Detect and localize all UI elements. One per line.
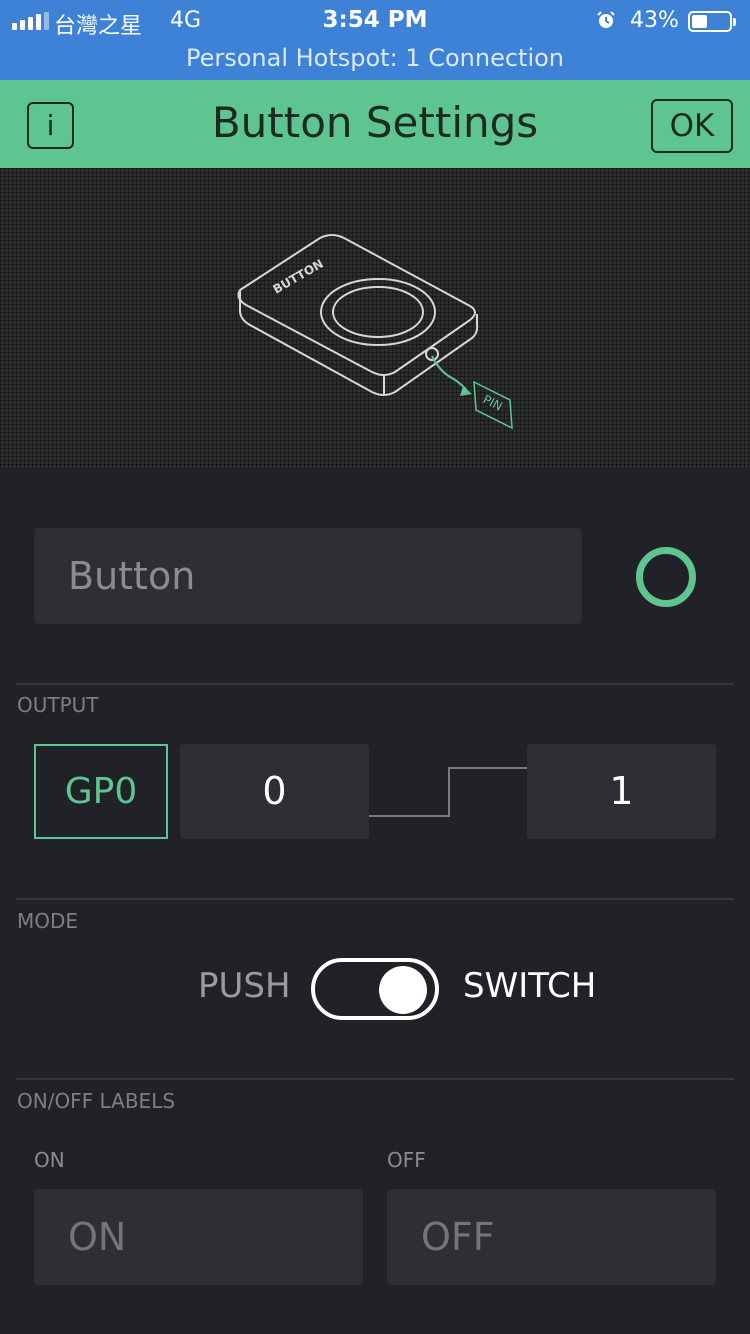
mode-switch-label[interactable]: SWITCH	[463, 966, 596, 1006]
toggle-knob	[379, 966, 427, 1014]
off-label-caption: OFF	[387, 1148, 426, 1172]
mode-section-label: MODE	[17, 909, 79, 933]
labels-section-label: ON/OFF LABELS	[17, 1089, 176, 1113]
widget-illustration: BUTTON PIN	[0, 168, 750, 468]
on-label-caption: ON	[34, 1148, 65, 1172]
header-bar: i Button Settings OK	[0, 80, 750, 168]
mode-toggle[interactable]	[311, 958, 439, 1020]
divider	[16, 1078, 734, 1080]
mode-push-label[interactable]: PUSH	[198, 966, 291, 1006]
pin-selector[interactable]: GP0	[34, 744, 168, 839]
status-bar: 台灣之星 4G 3:54 PM 43% Personal Hotspot: 1 …	[0, 0, 750, 80]
page-title: Button Settings	[211, 98, 539, 147]
battery-fill	[692, 15, 707, 28]
alarm-icon	[597, 11, 615, 28]
battery-percent: 43%	[630, 8, 679, 33]
divider	[16, 898, 734, 900]
device-label: BUTTON	[271, 257, 326, 297]
signal-wave-icon	[369, 767, 527, 817]
output-section-label: OUTPUT	[17, 693, 99, 717]
output-high-value[interactable]: 1	[527, 744, 716, 839]
color-picker-button[interactable]	[636, 547, 696, 607]
widget-name-input[interactable]	[34, 528, 582, 624]
hotspot-banner[interactable]: Personal Hotspot: 1 Connection	[0, 44, 750, 72]
off-label-input[interactable]	[387, 1189, 716, 1285]
ok-button[interactable]: OK	[651, 99, 733, 153]
button-device-illustration: BUTTON PIN	[237, 234, 513, 430]
battery-icon	[688, 11, 736, 32]
output-low-value[interactable]: 0	[180, 744, 369, 839]
on-label-input[interactable]	[34, 1189, 363, 1285]
divider	[16, 683, 734, 685]
